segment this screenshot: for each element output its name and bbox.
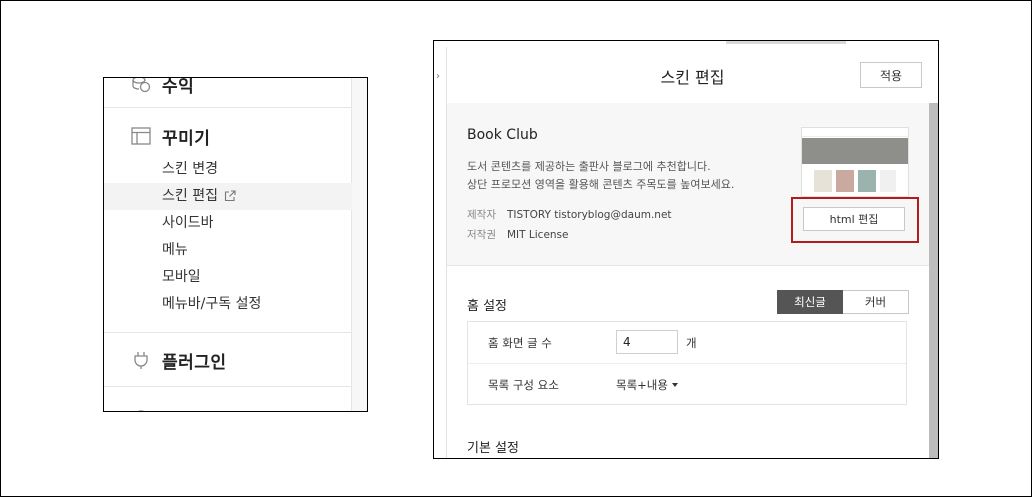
- post-count-row: 홈 화면 글 수 개: [468, 322, 906, 363]
- editor-header: 스킨 편집 적용: [447, 47, 938, 104]
- link-icon: [130, 407, 152, 411]
- sidebar-item-label: 스킨 편집: [162, 188, 218, 204]
- chevron-right-icon: ›: [436, 71, 440, 82]
- skin-description-line: 도서 콘텐츠를 제공하는 출판사 블로그에 추천합니다.: [467, 160, 711, 173]
- skin-thumbnail: [801, 127, 909, 197]
- plug-icon: [130, 349, 152, 371]
- sidebar-section-title: 링크: [162, 406, 194, 412]
- sidebar-item-skin-change[interactable]: 스킨 변경: [104, 156, 352, 183]
- sidebar-section-header[interactable]: 꾸미기: [104, 116, 352, 156]
- sidebar-item-label: 메뉴: [162, 242, 188, 258]
- skin-description: 도서 콘텐츠를 제공하는 출판사 블로그에 추천합니다. 상단 프로모션 영역을…: [467, 158, 734, 194]
- sidebar-item-label: 스킨 변경: [162, 161, 218, 177]
- admin-sidebar: 수익 꾸미기 스킨 변경 스킨 편집 사이드바 메뉴 모바일 메뉴바/구독 설정…: [103, 77, 368, 412]
- editor-scrollbar[interactable]: [929, 103, 938, 458]
- meta-key: 저작권: [467, 229, 496, 241]
- post-count-label: 홈 화면 글 수: [488, 336, 552, 350]
- skin-name: Book Club: [467, 127, 538, 143]
- sidebar-item-mobile[interactable]: 모바일: [104, 264, 352, 291]
- sidebar-section-title: 꾸미기: [162, 128, 211, 149]
- sidebar-section-customize: 꾸미기 스킨 변경 스킨 편집 사이드바 메뉴 모바일 메뉴바/구독 설정: [104, 116, 352, 318]
- sidebar-section-revenue[interactable]: 수익: [104, 77, 352, 104]
- sidebar-item-sidebar[interactable]: 사이드바: [104, 210, 352, 237]
- skin-license: 저작권 MIT License: [467, 227, 569, 242]
- apply-button[interactable]: 적용: [860, 62, 922, 88]
- tab-latest-posts[interactable]: 최신글: [777, 290, 843, 314]
- skin-description-line: 상단 프로모션 영역을 활용해 콘텐츠 주목도를 높여보세요.: [467, 178, 735, 191]
- sidebar-item-label: 사이드바: [162, 215, 214, 231]
- list-composition-row: 목록 구성 요소 목록+내용: [468, 363, 906, 405]
- meta-value: MIT License: [507, 229, 569, 241]
- sidebar-item-menubar-subscribe[interactable]: 메뉴바/구독 설정: [104, 291, 352, 318]
- sidebar-item-label: 모바일: [162, 269, 201, 285]
- select-value: 목록+내용: [616, 378, 668, 392]
- html-edit-button[interactable]: html 편집: [803, 207, 905, 231]
- coins-icon: [130, 78, 152, 95]
- meta-value: TISTORY tistoryblog@daum.net: [507, 209, 672, 221]
- list-composition-select[interactable]: 목록+내용: [616, 377, 678, 393]
- post-count-unit: 개: [686, 336, 697, 350]
- collapse-gutter[interactable]: ›: [434, 41, 447, 458]
- external-link-icon: [224, 185, 236, 212]
- skin-info-card: Book Club 도서 콘텐츠를 제공하는 출판사 블로그에 추천합니다. 상…: [447, 103, 929, 266]
- post-count-input[interactable]: [616, 330, 678, 354]
- caret-down-icon: [671, 383, 678, 387]
- highlight-box: html 편집: [791, 197, 919, 243]
- tab-cover[interactable]: 커버: [843, 290, 909, 314]
- sidebar-item-skin-edit[interactable]: 스킨 편집: [104, 183, 352, 210]
- sidebar-scrollbar[interactable]: [351, 78, 367, 411]
- basic-settings-title: 기본 설정: [467, 441, 519, 456]
- home-settings-box: 홈 화면 글 수 개 목록 구성 요소 목록+내용: [467, 321, 907, 405]
- divider: [104, 107, 352, 108]
- sidebar-section-title: 플러그인: [162, 352, 227, 373]
- divider: [104, 332, 352, 333]
- layout-icon: [130, 125, 152, 147]
- home-settings-title: 홈 설정: [467, 299, 508, 314]
- meta-key: 제작자: [467, 209, 496, 221]
- home-mode-toggle: 최신글 커버: [777, 290, 909, 314]
- sidebar-section-link[interactable]: 링크: [104, 398, 352, 412]
- sidebar-item-label: 메뉴바/구독 설정: [162, 296, 262, 312]
- sidebar-item-menu[interactable]: 메뉴: [104, 237, 352, 264]
- skin-author: 제작자 TISTORY tistoryblog@daum.net: [467, 207, 672, 222]
- divider: [104, 386, 352, 387]
- sidebar-section-plugin[interactable]: 플러그인: [104, 340, 352, 380]
- list-composition-label: 목록 구성 요소: [488, 378, 559, 392]
- skin-editor-panel: › 스킨 편집 적용 Book Club 도서 콘텐츠를 제공하는 출판사 블로…: [433, 40, 939, 459]
- sidebar-section-title: 수익: [162, 77, 195, 97]
